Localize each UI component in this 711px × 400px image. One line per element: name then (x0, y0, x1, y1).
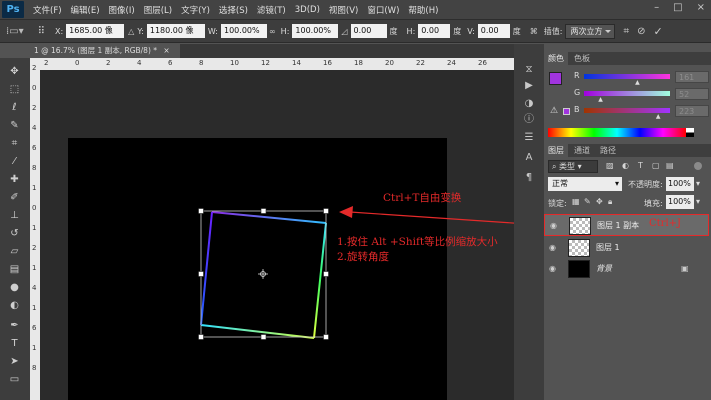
layers-list-empty-area (544, 281, 711, 400)
layer-row-background[interactable]: ◉ 背景 ▣ (544, 258, 709, 280)
chevron-down-icon: ▾ (575, 162, 582, 171)
gamut-swatch[interactable] (563, 108, 570, 115)
visibility-eye-icon[interactable]: ◉ (549, 264, 556, 273)
paragraph-panel-icon[interactable]: ¶ (522, 172, 536, 184)
channel-r-label: R (574, 71, 580, 80)
tab-swatches[interactable]: 色板 (570, 52, 594, 65)
filter-pixel-icon[interactable]: ▨ (606, 161, 614, 170)
lock-all-icon[interactable]: 🔒︎ (608, 197, 612, 207)
layer-thumbnail (568, 260, 590, 278)
info-panel-icon[interactable]: ⓘ (522, 114, 536, 126)
foreground-color-swatch[interactable] (549, 72, 562, 85)
filter-adjustment-icon[interactable]: ◐ (622, 161, 629, 170)
ctrl-j-tag: Ctrl+J (649, 218, 682, 229)
visibility-eye-icon[interactable]: ◉ (550, 221, 557, 230)
search-icon: ⌕ (552, 162, 560, 171)
color-panel-tabs: 颜色 色板 (544, 52, 711, 65)
chevron-down-icon: ▾ (614, 179, 619, 188)
opacity-dropdown-icon[interactable]: ▾ (696, 179, 700, 188)
annotation-arrows (339, 206, 543, 226)
annotation-step-2: 2.旋转角度 (337, 251, 390, 263)
fill-label: 填充: (644, 199, 663, 208)
layer-thumbnail (569, 217, 591, 235)
panel-dock: ⧖ ▶ ◑ ⓘ ☰ A ¶ (514, 44, 544, 400)
opacity-value: 100% (668, 179, 691, 188)
annotation-step-1: 1.按住 Alt +Shift等比例缩放大小 (337, 236, 498, 248)
channel-g-label: G (574, 88, 581, 97)
gamut-warning-icon[interactable]: ⚠ (550, 106, 558, 116)
blend-mode-select[interactable]: 正常 ▾ (548, 177, 622, 191)
channel-b-value[interactable]: 223 (675, 105, 709, 117)
transform-center-icon[interactable] (258, 269, 268, 279)
photoshop-window: Ps 文件(F) 编辑(E) 图像(I) 图层(L) 文字(Y) 选择(S) 滤… (0, 0, 711, 400)
opacity-label: 不透明度: (628, 180, 663, 189)
channel-g-slider[interactable] (584, 91, 670, 96)
channel-g-thumb[interactable]: ▲ (598, 96, 603, 103)
right-panels: 颜色 色板 R ▲ 161 G ▲ 52 ⚠ B ▲ 223 图层 通道 路径 … (544, 44, 711, 400)
layer-row-layer1-copy[interactable]: ◉ 图层 1 副本 Ctrl+J (544, 214, 709, 236)
black-white-swatches[interactable] (686, 128, 694, 137)
channel-r-slider[interactable] (584, 74, 670, 79)
lock-position-icon[interactable]: ✥ (596, 197, 603, 206)
annotation-title: Ctrl+T自由变换 (383, 192, 462, 204)
color-spectrum-bar[interactable] (548, 128, 686, 137)
blend-mode-value: 正常 (552, 179, 568, 188)
layer-name: 图层 1 (596, 243, 620, 252)
history-panel-icon[interactable]: ⧖ (522, 64, 536, 76)
filter-toggle-icon[interactable] (694, 162, 702, 170)
lock-label: 锁定: (548, 199, 567, 208)
fill-value: 100% (668, 197, 691, 206)
layer-name: 图层 1 副本 (597, 221, 640, 230)
layer-name: 背景 (596, 264, 612, 273)
tab-paths[interactable]: 路径 (596, 144, 620, 157)
opacity-field[interactable]: 100% (666, 177, 694, 191)
character-panel-icon[interactable]: A (522, 152, 536, 164)
filter-type-icon[interactable]: T (638, 161, 643, 170)
rotated-rainbow-square (200, 211, 327, 339)
channel-g-value[interactable]: 52 (675, 88, 709, 100)
layer-filter-label: 类型 (559, 162, 576, 171)
tab-channels[interactable]: 通道 (570, 144, 594, 157)
fill-field[interactable]: 100% (666, 195, 694, 209)
layer-filter-select[interactable]: ⌕ 类型 ▾ (548, 160, 598, 173)
channel-r-thumb[interactable]: ▲ (635, 79, 640, 86)
properties-panel-icon[interactable]: ☰ (522, 132, 536, 144)
layer-row-layer1[interactable]: ◉ 图层 1 (544, 237, 709, 259)
channel-b-thumb[interactable]: ▲ (656, 113, 661, 120)
filter-shape-icon[interactable]: ▢ (652, 161, 660, 170)
visibility-eye-icon[interactable]: ◉ (549, 243, 556, 252)
tab-color[interactable]: 颜色 (544, 52, 568, 65)
lock-transparent-icon[interactable]: ▦ (572, 197, 580, 206)
layers-panel-tabs: 图层 通道 路径 (544, 144, 711, 157)
channel-b-label: B (574, 105, 580, 114)
channel-r-value[interactable]: 161 (675, 71, 709, 83)
layer-thumbnail (568, 239, 590, 257)
tab-layers[interactable]: 图层 (544, 144, 568, 157)
fill-dropdown-icon[interactable]: ▾ (696, 197, 700, 206)
actions-panel-icon[interactable]: ▶ (522, 80, 536, 92)
lock-icon: ▣ (681, 264, 689, 273)
adjustments-panel-icon[interactable]: ◑ (522, 98, 536, 110)
lock-image-icon[interactable]: ✎ (584, 197, 591, 206)
filter-smart-object-icon[interactable]: ▤ (666, 161, 674, 170)
